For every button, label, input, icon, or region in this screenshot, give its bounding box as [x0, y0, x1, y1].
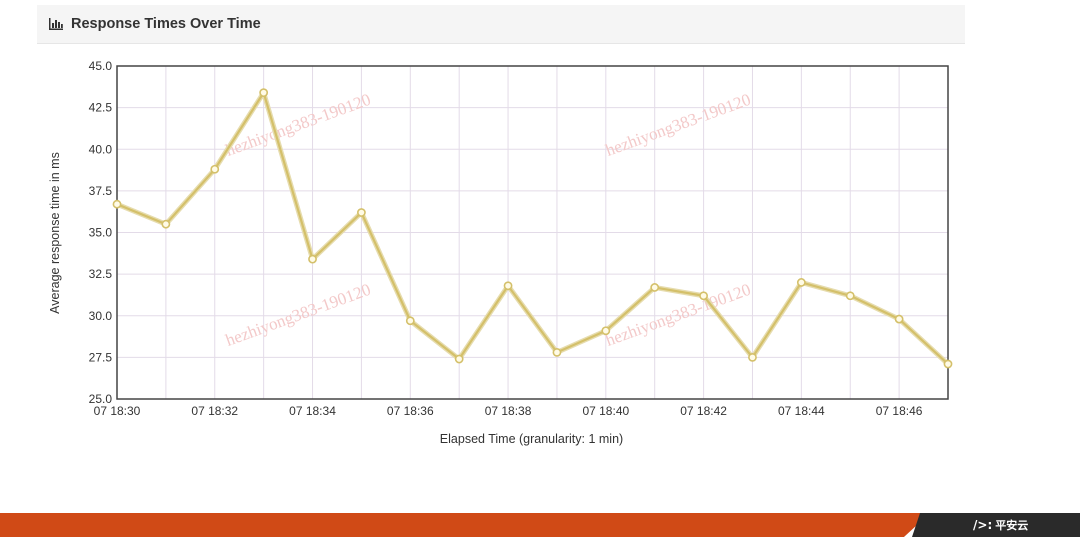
- data-point: [259, 88, 269, 98]
- y-tick-label: 45.0: [89, 59, 113, 73]
- data-point: [699, 291, 708, 301]
- footer-brand: 平安云: [995, 519, 1029, 532]
- data-point: [845, 291, 855, 301]
- series-line: [116, 91, 949, 365]
- data-point: [112, 199, 122, 209]
- data-point: [503, 281, 513, 291]
- x-axis-title: Elapsed Time (granularity: 1 min): [440, 432, 623, 446]
- data-point: [308, 254, 317, 264]
- data-point: [552, 347, 562, 357]
- data-point: [650, 283, 660, 292]
- series-line-shadow: [116, 90, 950, 366]
- y-tick-label: 32.5: [89, 267, 113, 281]
- x-tick-label: 07 18:38: [485, 404, 532, 418]
- x-tick-label: 07 18:46: [876, 404, 923, 418]
- data-point: [357, 208, 366, 217]
- data-point: [405, 316, 415, 326]
- y-tick-label: 35.0: [89, 226, 113, 240]
- y-tick-label: 27.5: [89, 350, 113, 364]
- x-tick-label: 07 18:34: [289, 404, 336, 418]
- y-tick-label: 37.5: [89, 184, 113, 198]
- x-tick-label: 07 18:40: [582, 404, 629, 418]
- x-tick-label: 07 18:42: [680, 404, 727, 418]
- data-point: [454, 354, 464, 364]
- data-point: [601, 326, 611, 336]
- data-point: [210, 164, 220, 174]
- footer-bar: />: 平安云: [0, 513, 1080, 537]
- response-time-chart: hezhiyong383-190120 hezhiyong383-190120he…: [48, 59, 953, 446]
- data-point: [796, 278, 806, 287]
- data-point: [943, 359, 953, 369]
- footer-logo: />: 平安云: [973, 513, 1028, 537]
- data-point: [894, 314, 904, 324]
- x-tick-label: 07 18:30: [94, 404, 141, 418]
- data-point: [748, 352, 757, 362]
- x-tick-label: 07 18:44: [778, 404, 825, 418]
- y-tick-label: 42.5: [89, 101, 113, 115]
- y-tick-label: 30.0: [89, 309, 113, 323]
- x-tick-label: 07 18:36: [387, 404, 434, 418]
- y-tick-label: 40.0: [89, 142, 113, 156]
- y-axis-title: Average response time in ms: [48, 152, 62, 314]
- footer-orange-band: [0, 513, 930, 537]
- data-point: [161, 219, 171, 229]
- logo-mark: />:: [973, 518, 993, 532]
- x-tick-label: 07 18:32: [191, 404, 238, 418]
- watermark-text: hezhiyong383-190120: [223, 280, 373, 350]
